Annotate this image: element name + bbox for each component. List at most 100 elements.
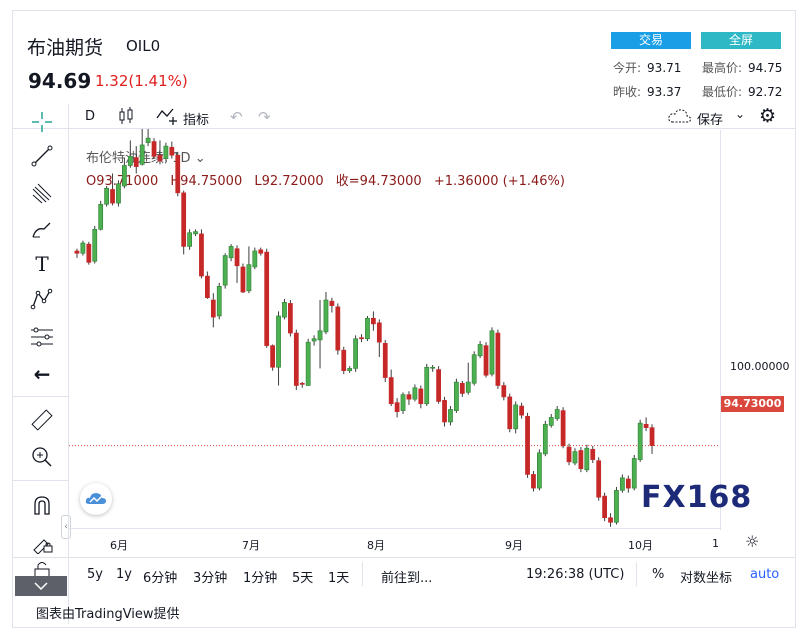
tradingview-credit[interactable]: 图表由TradingView提供 [36, 603, 180, 622]
candle-body-down [240, 266, 246, 293]
fullscreen-button[interactable]: 全屏 [701, 32, 781, 49]
candle-body-up [187, 232, 192, 247]
axis-settings-icon[interactable]: ☼ [745, 532, 759, 551]
candle [264, 248, 270, 348]
prediction-tool-icon[interactable] [22, 322, 62, 352]
candle [246, 246, 252, 294]
time-label-15: 15 [712, 537, 720, 550]
brush-icon[interactable] [22, 214, 62, 244]
lock-draw-icon[interactable] [22, 527, 62, 557]
range-1min[interactable]: 1分钟 [243, 567, 277, 586]
interval-button[interactable]: D [85, 109, 95, 124]
back-arrow-icon[interactable]: ← [22, 359, 62, 389]
text-tool-icon[interactable]: T [22, 249, 62, 279]
candle [205, 271, 210, 299]
candle [276, 311, 281, 386]
candle-body-up [471, 354, 477, 384]
magnet-icon[interactable] [22, 491, 62, 521]
stat-high: 最高价: 94.75 [702, 61, 783, 75]
settings-gear-icon[interactable]: ⚙ [759, 105, 776, 127]
candle [98, 200, 104, 231]
undo-icon[interactable]: ↶ [230, 108, 243, 126]
candle-type-icon[interactable] [118, 106, 134, 130]
redo-icon[interactable]: ↷ [258, 108, 271, 126]
candle-body-down [507, 396, 513, 430]
candle-body-down [234, 248, 240, 267]
indicators-button[interactable]: 指标 [183, 109, 209, 128]
range-5y[interactable]: 5y [87, 567, 103, 582]
candle [430, 364, 436, 372]
range-1y[interactable]: 1y [116, 567, 132, 582]
candlestick-chart[interactable] [69, 129, 720, 528]
range-1d[interactable]: 1天 [328, 567, 349, 586]
candle [608, 513, 613, 527]
percent-toggle[interactable]: % [652, 567, 664, 582]
pattern-icon[interactable] [22, 284, 62, 314]
candle [394, 398, 400, 418]
save-menu-chevron-icon[interactable]: ⌄ [735, 107, 745, 121]
tradingview-cloud-icon[interactable] [80, 483, 112, 515]
bottom-separator-2 [636, 562, 637, 586]
candle-body-up [465, 381, 471, 393]
candle [210, 293, 216, 328]
utc-clock[interactable]: 19:26:38 (UTC) [526, 567, 624, 582]
candle-body-up [127, 156, 133, 166]
zoom-in-icon[interactable] [22, 442, 62, 472]
time-axis-border [69, 528, 720, 529]
trade-button[interactable]: 交易 [611, 32, 691, 49]
time-label-jul: 7月 [242, 539, 260, 552]
candle-body-down [359, 337, 364, 340]
candle [525, 412, 530, 478]
candle [145, 129, 151, 147]
candle [258, 247, 264, 256]
range-5d[interactable]: 5天 [292, 567, 313, 586]
candle-body-down [205, 275, 210, 299]
candle [637, 419, 643, 462]
candle-body-up [317, 330, 323, 341]
candle [74, 248, 80, 258]
candle [489, 327, 495, 377]
candle-body-up [400, 394, 406, 411]
candle-body-up [353, 338, 358, 369]
candle [329, 297, 335, 313]
goto-date-button[interactable]: 前往到... [381, 567, 432, 586]
candle-body-up [222, 255, 228, 286]
stat-low: 最低价: 92.72 [702, 85, 783, 99]
candle [448, 406, 453, 426]
auto-scale-toggle[interactable]: auto [750, 567, 779, 582]
candle-body-up [145, 137, 151, 143]
candle-body-up [116, 183, 121, 204]
collapse-toolbar-button[interactable] [15, 576, 67, 596]
candle [602, 492, 607, 522]
save-button[interactable]: 保存 [697, 109, 723, 128]
candle-body-up [104, 187, 109, 205]
candle [222, 253, 228, 289]
candle [139, 129, 145, 166]
instrument-title: 布油期货 [27, 37, 104, 59]
candle [157, 140, 163, 165]
candle [288, 300, 293, 337]
candle [614, 486, 619, 525]
cloud-icon[interactable] [667, 107, 693, 129]
candle [501, 382, 507, 401]
candle-body-down [602, 495, 607, 519]
candle [382, 339, 388, 383]
indicators-icon[interactable] [155, 106, 181, 130]
stat-open: 今开: 93.71 [613, 61, 682, 75]
range-6min[interactable]: 6分钟 [143, 567, 177, 586]
pitchfork-icon[interactable] [22, 178, 62, 208]
candle-body-down [376, 322, 382, 343]
candle [590, 445, 596, 464]
candle [311, 335, 317, 346]
crosshair-icon[interactable] [22, 107, 62, 137]
candle-body-down [270, 345, 275, 368]
candle [649, 424, 655, 454]
candle [400, 392, 406, 414]
range-3min[interactable]: 3分钟 [193, 567, 227, 586]
candle-body-down [501, 385, 507, 398]
candle-body-up [276, 315, 281, 368]
candle [127, 140, 133, 168]
trend-line-icon[interactable] [22, 141, 62, 171]
log-scale-toggle[interactable]: 对数坐标 [680, 567, 732, 586]
ruler-icon[interactable] [22, 405, 62, 435]
